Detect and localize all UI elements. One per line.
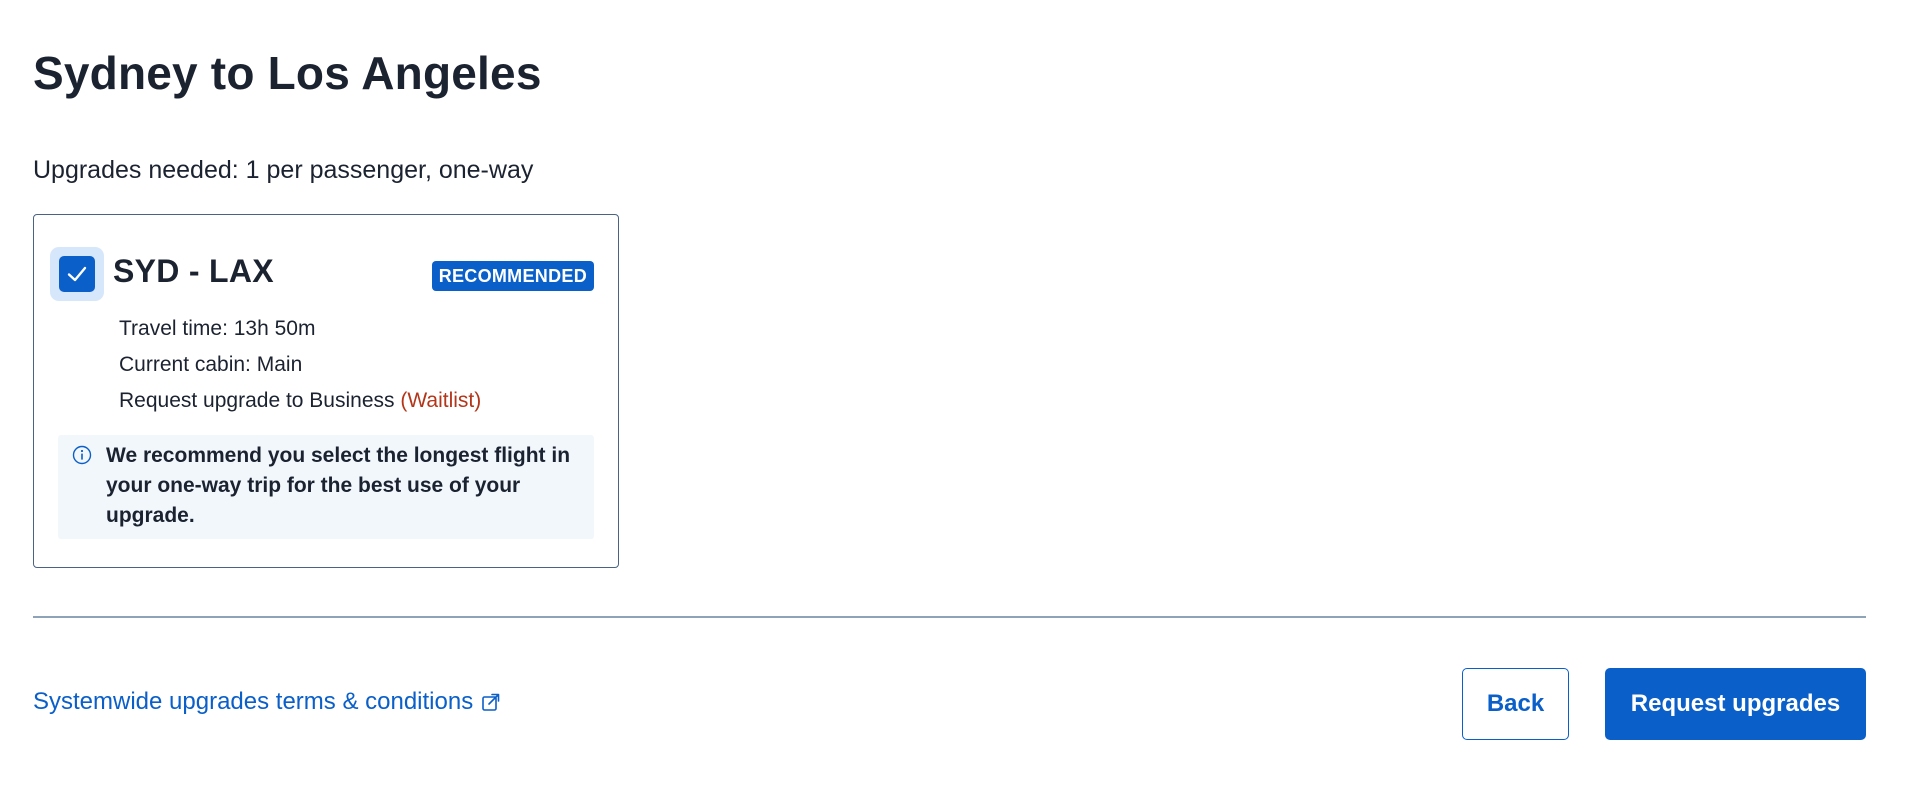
info-message: We recommend you select the longest flig… — [106, 444, 571, 527]
page-title: Sydney to Los Angeles — [33, 47, 542, 99]
upgrades-needed-text: Upgrades needed: 1 per passenger, one-wa… — [33, 156, 534, 184]
info-icon — [72, 445, 92, 465]
route-label: SYD - LAX — [113, 253, 274, 289]
upgrade-request-line: Request upgrade to Business (Waitlist) — [119, 383, 481, 419]
terms-link-label: Systemwide upgrades terms & conditions — [33, 688, 474, 715]
external-link-icon — [482, 693, 500, 711]
back-button[interactable]: Back — [1462, 668, 1569, 740]
current-cabin: Current cabin: Main — [119, 353, 303, 376]
segment-details: Travel time: 13h 50m Current cabin: Main… — [119, 311, 481, 419]
segment-checkbox[interactable] — [50, 247, 104, 301]
upgrade-request: Request upgrade to Business — [119, 389, 395, 412]
terms-conditions-link[interactable]: Systemwide upgrades terms & conditions — [33, 688, 501, 716]
checkbox-box — [59, 256, 95, 292]
request-upgrades-button[interactable]: Request upgrades — [1605, 668, 1866, 740]
section-divider — [33, 616, 1866, 618]
info-message-box: We recommend you select the longest flig… — [58, 435, 594, 539]
travel-time: Travel time: 13h 50m — [119, 317, 316, 340]
waitlist-status: (Waitlist) — [400, 389, 482, 412]
flight-segment-card: SYD - LAX RECOMMENDED Travel time: 13h 5… — [33, 214, 619, 568]
recommended-badge: RECOMMENDED — [431, 261, 594, 291]
checkmark-icon — [67, 266, 87, 282]
